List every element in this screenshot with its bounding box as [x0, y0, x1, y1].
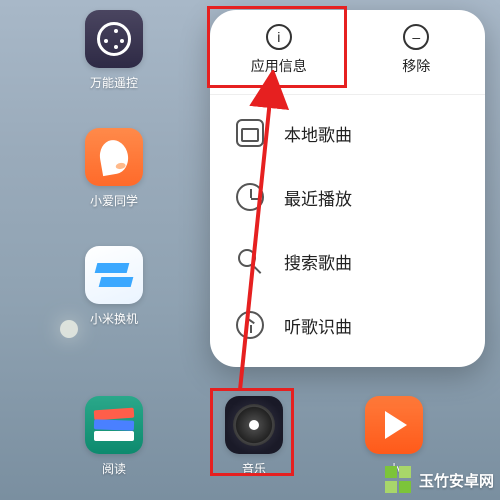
shortcut-recent-played[interactable]: 最近播放 — [210, 165, 485, 229]
app-universal-remote[interactable]: 万能遥控 — [82, 10, 146, 91]
shortcut-label: 搜索歌曲 — [284, 249, 352, 274]
music-icon — [225, 396, 283, 454]
switch-icon — [85, 246, 143, 304]
popup-header: i 应用信息 – 移除 — [210, 10, 485, 95]
recognize-icon — [236, 311, 264, 339]
app-label: 小爱同学 — [90, 192, 138, 209]
app-music[interactable]: 音乐 — [222, 396, 286, 477]
shortcut-local-songs[interactable]: 本地歌曲 — [210, 101, 485, 165]
clock-icon — [236, 183, 264, 211]
app-xiaoai[interactable]: 小爱同学 — [82, 128, 146, 209]
folder-icon — [236, 119, 264, 147]
app-label: 小米换机 — [90, 310, 138, 327]
reader-icon — [85, 396, 143, 454]
shortcut-label: 最近播放 — [284, 185, 352, 210]
app-label: 音乐 — [242, 460, 266, 477]
watermark: 玉竹安卓网 — [385, 466, 494, 494]
app-context-menu: i 应用信息 – 移除 本地歌曲 最近播放 搜索歌曲 听 — [210, 10, 485, 367]
shortcut-list: 本地歌曲 最近播放 搜索歌曲 听歌识曲 — [210, 95, 485, 367]
remove-icon: – — [403, 24, 429, 50]
shortcut-label: 听歌识曲 — [284, 313, 352, 338]
app-label: 阅读 — [102, 460, 126, 477]
xiaoai-icon — [85, 128, 143, 186]
remote-icon — [85, 10, 143, 68]
home-screen: 万能遥控 小爱同学 小米换机 阅读 音乐 小 i 应用信息 – 移除 — [0, 0, 500, 500]
shortcut-recognize-song[interactable]: 听歌识曲 — [210, 293, 485, 357]
search-icon — [236, 247, 264, 275]
app-mi-switch[interactable]: 小米换机 — [82, 246, 146, 327]
info-icon: i — [266, 24, 292, 50]
shortcut-search-songs[interactable]: 搜索歌曲 — [210, 229, 485, 293]
video-icon — [365, 396, 423, 454]
shortcut-label: 本地歌曲 — [284, 121, 352, 146]
app-info-button[interactable]: i 应用信息 — [210, 10, 348, 94]
watermark-text: 玉竹安卓网 — [419, 470, 494, 491]
remove-label: 移除 — [402, 56, 430, 76]
app-info-label: 应用信息 — [251, 56, 307, 76]
watermark-logo-icon — [385, 466, 413, 494]
app-label: 万能遥控 — [90, 74, 138, 91]
app-reader[interactable]: 阅读 — [82, 396, 146, 477]
remove-button[interactable]: – 移除 — [348, 10, 486, 94]
app-video[interactable]: 小 — [362, 396, 426, 477]
